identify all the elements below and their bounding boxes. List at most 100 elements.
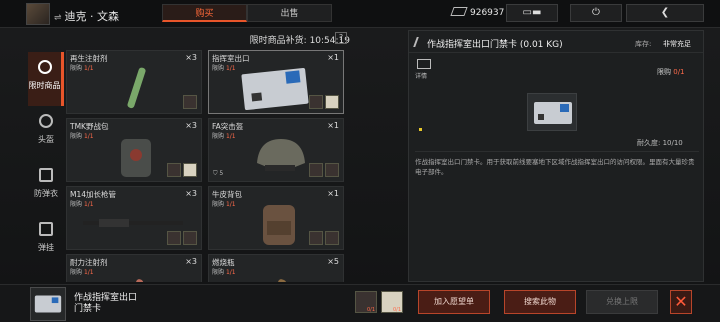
cost-item-icon: 0/1 bbox=[381, 291, 403, 313]
cost-item-icon bbox=[325, 95, 339, 109]
power-icon: ⏻ bbox=[592, 7, 600, 18]
purchase-limit: 限购 0/1 bbox=[657, 68, 685, 76]
cost-item-icon bbox=[183, 163, 197, 177]
add-wishlist-button[interactable]: 加入愿望单 bbox=[418, 290, 490, 314]
category-label: 防弹衣 bbox=[34, 189, 58, 198]
keycard-icon bbox=[30, 287, 66, 321]
currency-value: 926937 bbox=[470, 8, 505, 18]
item-card[interactable]: 再生注射剂 限购 1/1 ×3 bbox=[66, 50, 202, 114]
category-vest[interactable]: 防弹衣 bbox=[28, 160, 64, 214]
category-limited[interactable]: 限时商品 bbox=[28, 52, 64, 106]
cost-item-icon bbox=[183, 231, 197, 245]
cost-icons bbox=[183, 95, 197, 109]
exchange-limit-button[interactable]: 兑换上限 bbox=[586, 290, 658, 314]
truck-icon: ▭▬ bbox=[522, 7, 542, 18]
cost-item-icon bbox=[325, 163, 339, 177]
player-tag-icon: ⇌ bbox=[54, 13, 62, 23]
currency-icon bbox=[450, 7, 468, 16]
backpack-icon bbox=[249, 201, 309, 247]
close-button[interactable]: ✕ bbox=[670, 290, 692, 314]
item-qty: ×1 bbox=[327, 121, 339, 130]
details-label: 详情 bbox=[415, 73, 428, 80]
search-item-button[interactable]: 搜索此物 bbox=[504, 290, 576, 314]
category-label: 弹挂 bbox=[38, 243, 54, 252]
item-qty: ×3 bbox=[185, 121, 197, 130]
back-icon: ❮ bbox=[660, 7, 670, 18]
syringe-icon bbox=[107, 65, 167, 111]
cost-item-icon: 0/1 bbox=[355, 291, 377, 313]
item-limit: 限购 1/1 bbox=[70, 269, 94, 276]
detail-header: 作战指挥室出口门禁卡 (0.01 KG) 库存: 非常充足 bbox=[409, 31, 703, 53]
power-button[interactable]: ⏻ bbox=[570, 4, 622, 22]
cost-item-icon bbox=[309, 163, 323, 177]
category-helmet[interactable]: 头盔 bbox=[28, 106, 64, 160]
item-card[interactable]: 指挥室出口 限购 1/1 ×1 bbox=[208, 50, 344, 114]
cost-icons bbox=[167, 231, 197, 245]
trader-screen: ⇌ 迪克 · 文森 购买 出售 926937 ▭▬ ⏻ ❮ 限时商品 头盔 防弹衣… bbox=[0, 0, 720, 322]
cost-items: 0/1 0/1 bbox=[355, 291, 403, 313]
molotov-icon bbox=[249, 269, 309, 282]
item-limit: 限购 1/1 bbox=[70, 133, 94, 140]
item-limit: 限购 1/1 bbox=[212, 201, 236, 208]
item-card[interactable]: 燃烧瓶 限购 1/1 ×5 bbox=[208, 254, 344, 282]
tab-buy[interactable]: 购买 bbox=[162, 4, 247, 22]
keycard-icon bbox=[239, 65, 311, 111]
item-limit: 限购 1/1 bbox=[70, 65, 94, 72]
item-qty: ×3 bbox=[185, 257, 197, 266]
durability-value: 耐久度: 10/10 bbox=[637, 139, 683, 147]
keycard-icon bbox=[527, 93, 577, 131]
item-qty: ×3 bbox=[185, 53, 197, 62]
keycard-small-icon bbox=[413, 37, 426, 47]
currency-display: 926937 bbox=[450, 7, 505, 18]
rig-icon bbox=[39, 222, 53, 236]
vest-icon bbox=[39, 168, 53, 182]
item-card[interactable]: M14加长枪管 限购 1/1 ×3 bbox=[66, 186, 202, 250]
divider bbox=[415, 151, 699, 152]
category-label: 头盔 bbox=[38, 135, 54, 144]
stock-value: 非常充足 bbox=[663, 40, 691, 48]
item-limit: 限购 1/1 bbox=[212, 269, 236, 276]
bottom-bar: 作战指挥室出口门禁卡 0/1 0/1 加入愿望单 搜索此物 兑换上限 ✕ bbox=[0, 284, 720, 322]
item-detail-panel: 作战指挥室出口门禁卡 (0.01 KG) 库存: 非常充足 详情 限购 0/1 … bbox=[408, 30, 704, 282]
detail-title: 作战指挥室出口门禁卡 (0.01 KG) bbox=[427, 40, 563, 50]
clock-icon bbox=[37, 60, 52, 74]
item-card[interactable]: TMK野战包 限购 1/1 ×3 bbox=[66, 118, 202, 182]
item-description: 作战指挥室出口门禁卡。用于获取前线要塞地下区域作战指挥室出口的访问权限。里面有大… bbox=[415, 158, 695, 176]
item-card[interactable]: FA突击盔 限购 1/1 ×1 ⛉ 5 bbox=[208, 118, 344, 182]
back-button[interactable]: ❮ bbox=[626, 4, 704, 22]
syringe-icon bbox=[107, 269, 167, 282]
selected-item-name: 作战指挥室出口门禁卡 bbox=[74, 293, 138, 314]
item-qty: ×1 bbox=[327, 189, 339, 198]
tab-sell[interactable]: 出售 bbox=[247, 4, 332, 22]
item-card[interactable]: 耐力注射剂 限购 1/1 ×3 bbox=[66, 254, 202, 282]
vehicle-button[interactable]: ▭▬ bbox=[506, 4, 558, 22]
helmet-icon bbox=[249, 133, 309, 179]
top-bar: ⇌ 迪克 · 文森 购买 出售 926937 ▭▬ ⏻ ❮ bbox=[0, 0, 720, 28]
helmet-icon bbox=[39, 114, 53, 128]
restock-timer: 限时商品补货: 10:54:19 bbox=[249, 36, 350, 46]
cost-item-icon bbox=[167, 231, 181, 245]
item-limit: 限购 1/1 bbox=[212, 65, 236, 72]
cost-icons bbox=[309, 231, 339, 245]
cost-item-icon bbox=[183, 95, 197, 109]
cost-icons bbox=[309, 95, 339, 109]
category-rig[interactable]: 弹挂 bbox=[28, 214, 64, 268]
cost-item-icon bbox=[309, 95, 323, 109]
item-limit: 限购 1/1 bbox=[212, 133, 236, 140]
help-button[interactable]: ? bbox=[335, 32, 347, 44]
stock-label: 库存: bbox=[635, 40, 652, 48]
player-avatar[interactable] bbox=[26, 3, 50, 25]
trade-tabs: 购买 出售 bbox=[162, 4, 332, 22]
details-icon[interactable] bbox=[417, 59, 431, 69]
item-card[interactable]: 牛皮背包 限购 1/1 ×1 bbox=[208, 186, 344, 250]
item-qty: ×1 bbox=[327, 53, 339, 62]
cost-item-icon bbox=[167, 163, 181, 177]
cost-icons bbox=[167, 163, 197, 177]
rarity-dot bbox=[419, 128, 422, 131]
item-grid: 再生注射剂 限购 1/1 ×3 指挥室出口 限购 1/1 ×1 TMK野战包 限… bbox=[66, 50, 350, 282]
player-name-text: 迪克 · 文森 bbox=[64, 10, 120, 23]
category-label: 限时商品 bbox=[28, 81, 61, 90]
category-sidebar: 限时商品 头盔 防弹衣 弹挂 bbox=[28, 52, 64, 284]
item-qty: ×3 bbox=[185, 189, 197, 198]
cost-item-icon bbox=[309, 231, 323, 245]
